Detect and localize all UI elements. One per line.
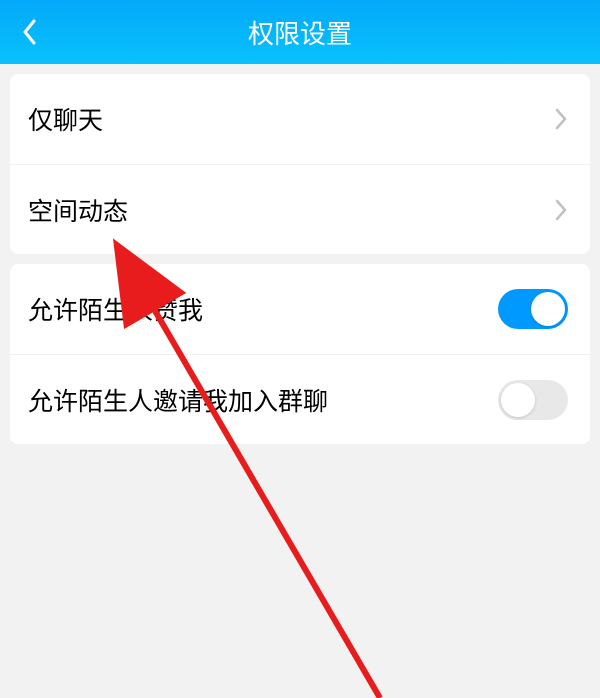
back-icon [22, 18, 38, 46]
allow-stranger-group-invite-toggle[interactable] [498, 380, 568, 420]
chevron-right-icon [554, 107, 568, 131]
app-header: 权限设置 [0, 0, 600, 64]
row-label: 允许陌生人邀请我加入群聊 [28, 382, 328, 418]
qzone-updates-row[interactable]: 空间动态 [10, 164, 590, 254]
allow-stranger-group-invite-row: 允许陌生人邀请我加入群聊 [10, 354, 590, 444]
settings-group-2: 允许陌生人赞我 允许陌生人邀请我加入群聊 [10, 264, 590, 444]
settings-group-1: 仅聊天 空间动态 [10, 74, 590, 254]
row-label: 仅聊天 [28, 101, 103, 137]
toggle-knob [501, 383, 535, 417]
toggle-knob [531, 292, 565, 326]
page-title: 权限设置 [248, 14, 352, 51]
row-label: 允许陌生人赞我 [28, 291, 203, 327]
row-label: 空间动态 [28, 192, 128, 228]
chevron-right-icon [554, 198, 568, 222]
allow-stranger-like-row: 允许陌生人赞我 [10, 264, 590, 354]
allow-stranger-like-toggle[interactable] [498, 289, 568, 329]
back-button[interactable] [14, 16, 46, 48]
chat-only-row[interactable]: 仅聊天 [10, 74, 590, 164]
